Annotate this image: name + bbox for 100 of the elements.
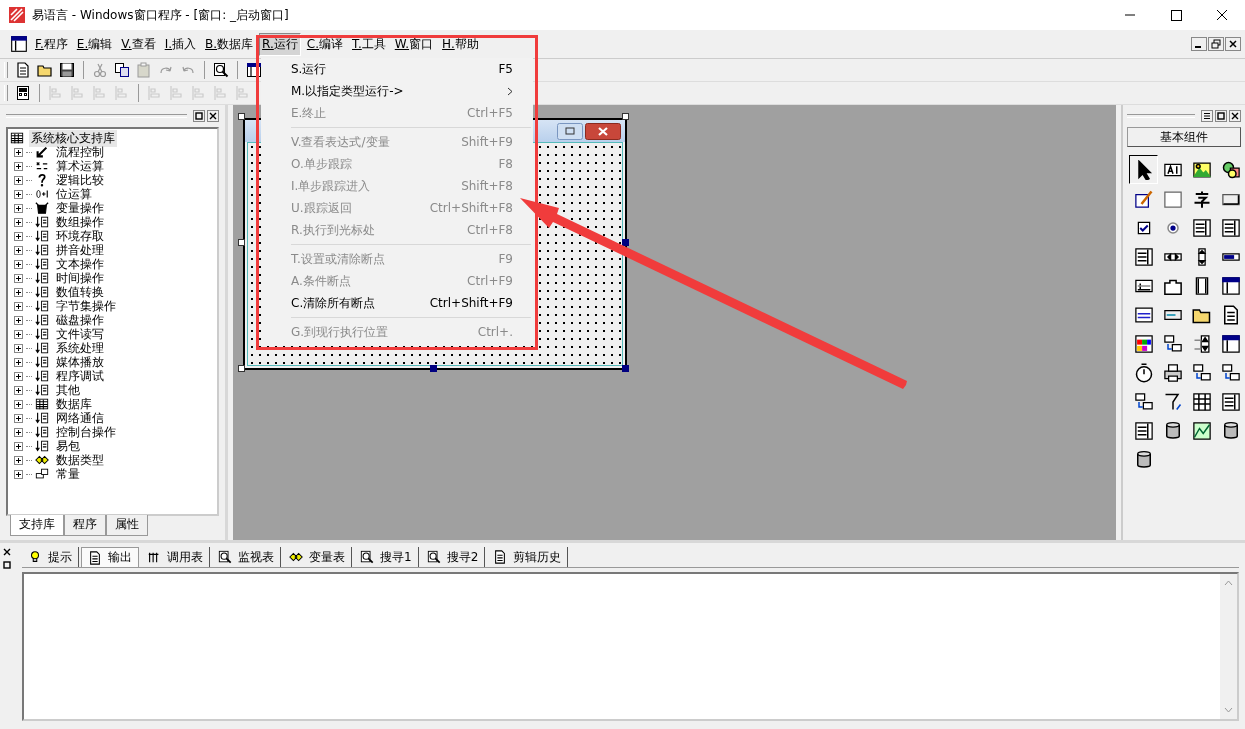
menu-item[interactable]: I.插入	[161, 32, 200, 56]
menu-icon[interactable]	[1201, 110, 1213, 122]
window-icon[interactable]	[10, 35, 28, 53]
down-arrow-document-icon	[35, 285, 49, 299]
down-arrow-document-icon	[35, 341, 49, 355]
bucket-icon	[35, 201, 49, 215]
resize-handle[interactable]	[238, 239, 245, 246]
expand-icon[interactable]	[14, 441, 23, 451]
list-icon	[1133, 420, 1154, 441]
chevron-right-icon	[507, 86, 513, 96]
menu-item[interactable]: E.编辑	[73, 32, 116, 56]
expand-icon[interactable]	[14, 245, 23, 255]
menu-item[interactable]: R.运行	[259, 32, 301, 56]
panel-tab[interactable]: 剪辑历史	[487, 547, 569, 567]
component-group-button[interactable]: 基本组件	[1127, 127, 1241, 147]
links-icon	[35, 453, 49, 467]
picture-icon	[1191, 159, 1212, 180]
expand-icon[interactable]	[14, 329, 23, 339]
expand-icon[interactable]	[14, 301, 23, 311]
expand-icon[interactable]	[14, 273, 23, 283]
magnifier-icon[interactable]	[213, 62, 229, 78]
edit-icon	[1133, 188, 1154, 209]
shapes-icon	[1220, 159, 1241, 180]
menu-item[interactable]: W.窗口	[391, 32, 437, 56]
down-arrow-document-icon	[35, 439, 49, 453]
panel-tab[interactable]: 输出	[81, 547, 139, 567]
resize-handle[interactable]	[238, 365, 245, 372]
expand-icon[interactable]	[14, 217, 23, 227]
expand-icon[interactable]	[14, 371, 23, 381]
calendar-icon	[1133, 304, 1154, 325]
close-icon[interactable]	[1225, 37, 1241, 51]
menu-item[interactable]: F.程序	[32, 32, 71, 56]
minimize-icon[interactable]	[1191, 37, 1207, 51]
panel-tab[interactable]: 属性	[106, 515, 148, 536]
folder-icon[interactable]	[37, 62, 53, 78]
magnifier-icon	[360, 550, 374, 564]
tree-item[interactable]: 系统核心支持库	[29, 129, 117, 147]
list-icon	[1220, 391, 1241, 412]
panel-tab[interactable]: 变量表	[283, 547, 352, 567]
down-arrow-document-icon	[35, 257, 49, 271]
close-icon[interactable]	[207, 110, 219, 122]
expand-icon[interactable]	[14, 203, 23, 213]
menu-item[interactable]: T.工具	[349, 32, 389, 56]
panel-tab[interactable]: 提示	[22, 547, 79, 567]
expand-icon[interactable]	[14, 427, 23, 437]
close-icon[interactable]	[585, 122, 621, 140]
chart-icon	[1191, 420, 1212, 441]
restore-icon[interactable]	[1208, 37, 1224, 51]
down-arrow-document-icon	[35, 299, 49, 313]
frame-icon	[1162, 188, 1183, 209]
close-icon[interactable]	[1229, 110, 1241, 122]
expand-icon[interactable]	[14, 175, 23, 185]
expand-icon[interactable]	[14, 315, 23, 325]
expand-icon[interactable]	[14, 287, 23, 297]
expand-icon[interactable]	[14, 455, 23, 465]
menu-item[interactable]: C.清除所有断点 Ctrl+Shift+F9	[261, 292, 533, 314]
panel-tab[interactable]: 搜寻2	[420, 547, 486, 567]
panel-tab[interactable]: 调用表	[141, 547, 210, 567]
resize-handle[interactable]	[622, 113, 629, 120]
expand-icon[interactable]	[14, 147, 23, 157]
menu-item[interactable]: M.以指定类型运行->	[261, 80, 533, 102]
expand-icon[interactable]	[14, 161, 23, 171]
plug-icon	[35, 467, 49, 481]
document-icon[interactable]	[15, 62, 31, 78]
expand-icon[interactable]	[14, 357, 23, 367]
expand-icon[interactable]	[14, 189, 23, 199]
expand-icon[interactable]	[14, 469, 23, 479]
resize-handle[interactable]	[622, 239, 629, 246]
menu-item[interactable]: H.帮助	[439, 32, 482, 56]
panel-tab[interactable]: 支持库	[10, 515, 64, 536]
down-arrow-icon	[35, 145, 49, 159]
panel-tab[interactable]: 监视表	[212, 547, 281, 567]
panel-tab[interactable]: 程序	[64, 515, 106, 536]
menu-item[interactable]: S.运行 F5	[261, 58, 533, 80]
calculator-icon[interactable]	[15, 85, 31, 101]
restore-icon[interactable]	[1215, 110, 1227, 122]
resize-handle[interactable]	[238, 113, 245, 120]
expand-icon[interactable]	[14, 385, 23, 395]
panel-tab[interactable]: 搜寻1	[354, 547, 419, 567]
resize-handle[interactable]	[430, 365, 437, 372]
menu-item[interactable]: B.数据库	[202, 32, 257, 56]
expand-icon[interactable]	[14, 399, 23, 409]
down-arrow-document-icon	[35, 369, 49, 383]
expand-icon[interactable]	[14, 413, 23, 423]
expand-icon[interactable]	[14, 343, 23, 353]
computer-icon	[1133, 391, 1154, 412]
grid-icon	[10, 131, 24, 145]
menu-item[interactable]: C.编译	[303, 32, 347, 56]
tool-button[interactable]	[1129, 155, 1158, 184]
lightbulb-icon	[28, 550, 42, 564]
restore-icon[interactable]	[193, 110, 205, 122]
menu-item[interactable]: V.查看	[118, 32, 159, 56]
resize-handle[interactable]	[622, 365, 629, 372]
expand-icon[interactable]	[14, 259, 23, 269]
expand-icon[interactable]	[14, 231, 23, 241]
close-icon[interactable]	[2, 547, 12, 557]
computer-icon	[1162, 333, 1183, 354]
restore-icon[interactable]	[2, 560, 12, 570]
copy-icon[interactable]	[114, 62, 130, 78]
links-icon	[289, 550, 303, 564]
